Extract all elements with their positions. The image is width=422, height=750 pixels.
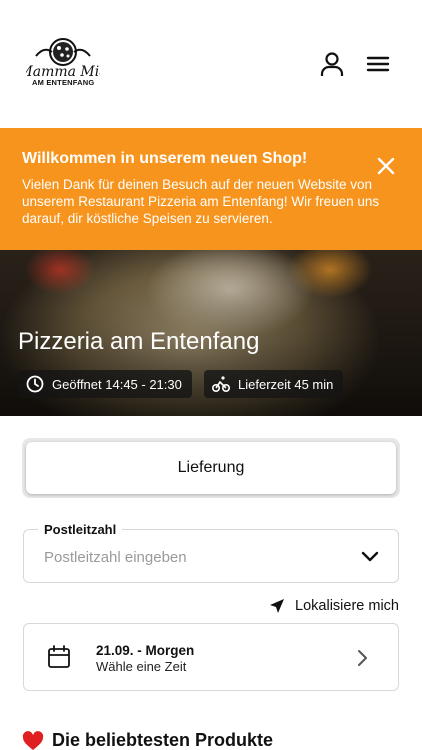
selected-date: 21.09. - Morgen <box>96 643 195 658</box>
hero-image: Pizzeria am Entenfang Geöffnet 14:45 - 2… <box>0 250 422 416</box>
choose-time-label: Wähle eine Zeit <box>96 659 187 674</box>
postcode-label: Postleitzahl <box>38 522 123 537</box>
hamburger-menu-icon[interactable] <box>364 50 392 78</box>
banner-text: Vielen Dank für deinen Besuch auf der ne… <box>22 177 380 226</box>
schedule-time-selector[interactable]: 21.09. - Morgen Wähle eine Zeit <box>23 623 399 691</box>
logo-subtitle: AM ENTENFANG <box>32 78 95 87</box>
postcode-select[interactable]: Postleitzahl <box>23 522 399 583</box>
postcode-input[interactable] <box>44 549 344 566</box>
delivery-option-button[interactable]: Lieferung <box>26 442 396 494</box>
delivery-time-badge: Lieferzeit 45 min <box>204 370 344 398</box>
user-icon[interactable] <box>318 50 346 78</box>
app-header: Mamma Mia AM ENTENFANG <box>0 0 422 128</box>
opening-hours-text: Geöffnet 14:45 - 21:30 <box>52 376 182 392</box>
close-icon[interactable] <box>376 156 396 176</box>
chevron-down-icon[interactable] <box>360 548 380 564</box>
welcome-banner: Willkommen in unserem neuen Shop! Vielen… <box>0 128 422 250</box>
delivery-time-text: Lieferzeit 45 min <box>238 376 334 392</box>
banner-title: Willkommen in unserem neuen Shop! <box>22 150 308 167</box>
popular-products-heading: Die beliebtesten Produkte <box>22 730 273 750</box>
locate-me-label: Lokalisiere mich <box>295 598 399 614</box>
opening-hours-badge: Geöffnet 14:45 - 21:30 <box>18 370 192 398</box>
location-arrow-icon <box>270 599 285 613</box>
clock-icon <box>26 375 44 393</box>
order-mode-toggle: Lieferung <box>22 438 400 498</box>
bicycle-icon <box>212 376 230 392</box>
chevron-right-icon <box>356 648 368 668</box>
calendar-icon <box>46 644 72 670</box>
popular-products-title: Die beliebtesten Produkte <box>52 730 274 750</box>
locate-me-link[interactable]: Lokalisiere mich <box>269 598 399 614</box>
heart-icon <box>22 730 44 750</box>
restaurant-name: Pizzeria am Entenfang <box>18 328 260 355</box>
